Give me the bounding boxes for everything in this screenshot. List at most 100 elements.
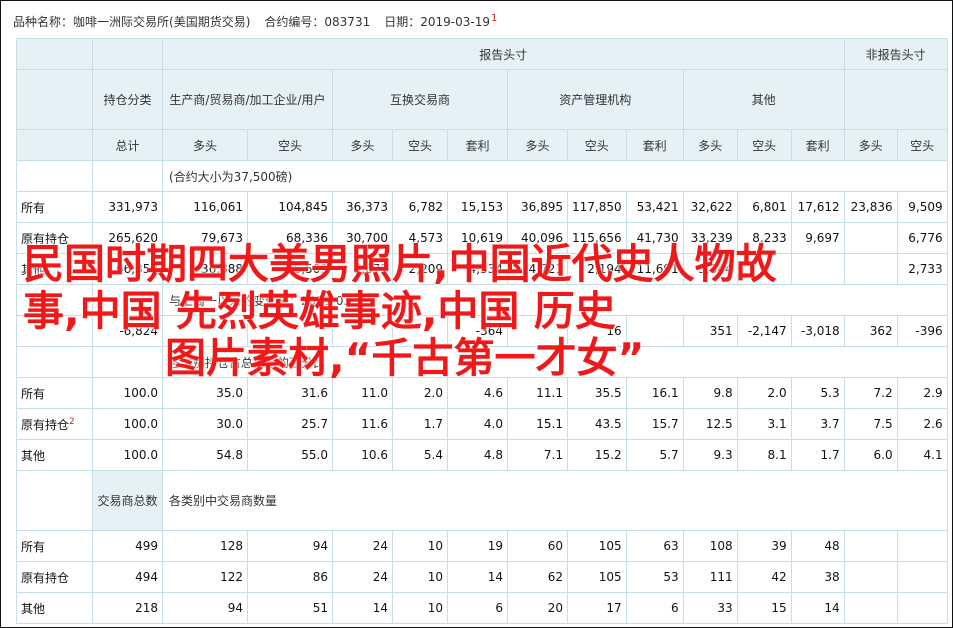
value-cell: 122: [162, 561, 248, 593]
row-label-text: 所有: [21, 386, 46, 401]
value-cell: 100.0: [92, 439, 163, 471]
value-cell: 7.5: [843, 408, 898, 440]
row-label: 所有: [16, 377, 93, 409]
value-cell: [896, 592, 948, 624]
cot-table: 报告头寸 非报告头寸 持仓分类 生产商/贸易商/加工企业/用户 互换交易商 资产…: [16, 38, 948, 624]
value-cell: [162, 315, 248, 347]
value-cell: 331,973: [92, 191, 163, 223]
value-cell: 36,388: [162, 253, 248, 285]
value-cell: [332, 315, 393, 347]
value-cell: 33,239: [682, 222, 738, 254]
value-cell: 11.0: [332, 377, 393, 409]
row-label: 原有持仓: [16, 561, 93, 593]
sub-short: 空头: [247, 129, 333, 161]
row-label: 其他: [16, 253, 93, 285]
sub-long: 多头: [682, 129, 738, 161]
value-cell: 51: [247, 592, 333, 624]
value-cell: 20: [507, 592, 568, 624]
value-cell: 1.7: [790, 439, 845, 471]
swap-dealer-header: 互换交易商: [332, 69, 508, 130]
value-cell: 2.0: [392, 377, 448, 409]
value-cell: 15.7: [625, 408, 684, 440]
value-cell: [736, 253, 792, 285]
value-cell: 19: [447, 530, 508, 562]
value-cell: 14: [447, 561, 508, 593]
nonreportable-blank: [843, 69, 948, 130]
value-cell: 6,782: [392, 191, 448, 223]
table-row: 原有持仓 265,620 79,673 68,336 30,700 4,573 10,619…: [16, 222, 948, 254]
sub-spread: 套利: [790, 129, 845, 161]
value-cell: 1.7: [392, 408, 448, 440]
value-cell: 24: [332, 561, 393, 593]
value-cell: 53,421: [625, 191, 684, 223]
value-cell: 499: [92, 530, 163, 562]
pct-note: 各类别持仓占总持仓的百分比: [162, 346, 948, 378]
value-cell: 362: [843, 315, 898, 347]
section-blank: [16, 160, 93, 192]
value-cell: 2.9: [896, 377, 948, 409]
value-cell: 24: [332, 530, 393, 562]
section-blank: [92, 284, 163, 316]
table-row: 所有 331,973 116,061 104,845 36,373 6,782 15,153…: [16, 191, 948, 223]
value-cell: 68,336: [247, 222, 333, 254]
value-cell: 116,061: [162, 191, 248, 223]
date-value: 2019-03-19: [420, 15, 490, 29]
sub-short: 空头: [736, 129, 792, 161]
value-cell: 2.6: [896, 408, 948, 440]
value-cell: 17,612: [790, 191, 845, 223]
section-blank: [16, 284, 93, 316]
sub-spread: 套利: [447, 129, 508, 161]
value-cell: [625, 315, 684, 347]
value-cell: 55.0: [247, 439, 333, 471]
value-cell: 30.0: [162, 408, 248, 440]
value-cell: -3,018: [790, 315, 845, 347]
value-cell: 2,209: [392, 253, 448, 285]
value-cell: 10,619: [447, 222, 508, 254]
footnote-marker: 1: [490, 13, 498, 24]
value-cell: 39: [736, 530, 792, 562]
section-blank: [16, 470, 93, 531]
value-cell: 4.0: [447, 408, 508, 440]
value-cell: 128: [162, 530, 248, 562]
value-cell: 9.8: [682, 377, 738, 409]
value-cell: 86: [247, 561, 333, 593]
producer-header: 生产商/贸易商/加工企业/用户: [162, 69, 333, 130]
table-row: 其他 218 94 51 14 10 6 20 17 6 33 15 14: [16, 592, 948, 624]
table-row: 所有 499 128 94 24 10 19 60 105 63 108 39 48: [16, 530, 948, 562]
date-label: 日期：: [384, 15, 421, 29]
value-cell: 117,850: [567, 191, 627, 223]
value-cell: 10: [392, 592, 448, 624]
value-cell: 6.0: [843, 439, 898, 471]
row-label: 所有: [16, 191, 93, 223]
value-cell: 33: [682, 592, 738, 624]
value-cell: -2,147: [736, 315, 792, 347]
value-cell: [896, 530, 948, 562]
value-cell: 4.8: [447, 439, 508, 471]
value-cell: [843, 530, 898, 562]
value-cell: 6,776: [896, 222, 948, 254]
row-label: 原有持仓2: [16, 408, 93, 440]
value-cell: 2,733: [896, 253, 948, 285]
sub-long: 多头: [843, 129, 898, 161]
value-cell: [790, 253, 845, 285]
report-header: 品种名称：咖啡一洲际交易所(美国期货交易) 合约编号：083731 日期：2019-…: [13, 13, 497, 31]
value-cell: 6: [625, 592, 684, 624]
value-cell: 100.0: [92, 377, 163, 409]
value-cell: 11.6: [332, 408, 393, 440]
value-cell: 16: [567, 315, 627, 347]
value-cell: 10: [392, 561, 448, 593]
value-cell: 6: [447, 592, 508, 624]
value-cell: 32,622: [682, 191, 738, 223]
value-cell: 10.6: [332, 439, 393, 471]
value-cell: 111: [682, 561, 738, 593]
value-cell: 15,153: [447, 191, 508, 223]
value-cell: 17: [567, 592, 627, 624]
value-cell: 4,573: [392, 222, 448, 254]
row-label-text: 其他: [21, 262, 46, 277]
value-cell: 7.1: [507, 439, 568, 471]
row-label: 其他: [16, 592, 93, 624]
value-cell: 8,233: [736, 222, 792, 254]
other-reportable-header: 其他: [682, 69, 845, 130]
value-cell: 11.1: [507, 377, 568, 409]
value-cell: 5.3: [790, 377, 845, 409]
